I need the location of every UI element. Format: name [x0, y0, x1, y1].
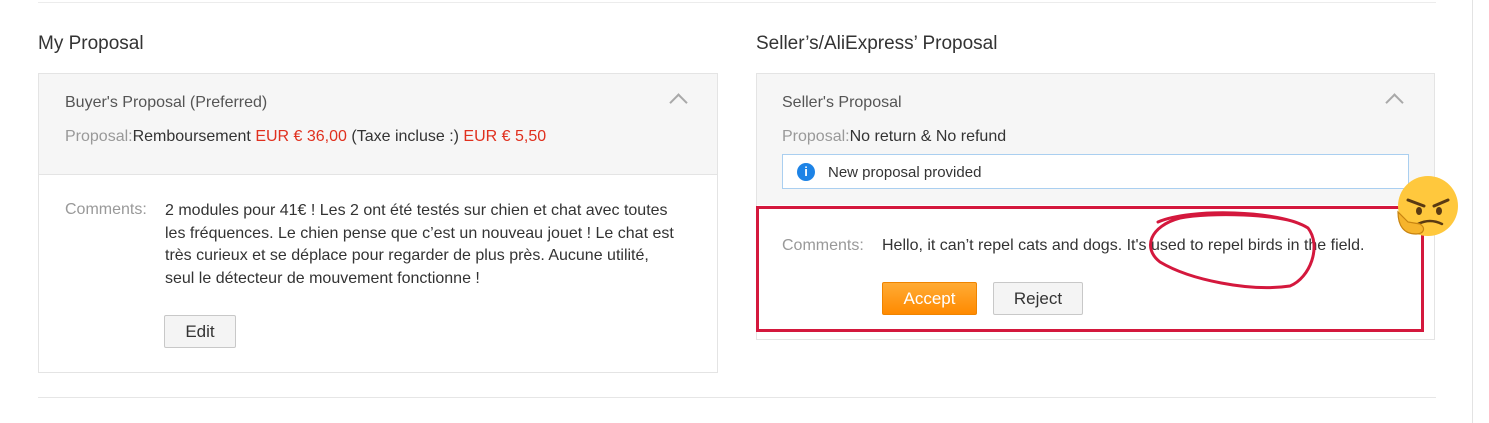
annotation-layer [1149, 176, 1458, 290]
bottom-divider [38, 397, 1436, 398]
scribble-circle [1149, 211, 1316, 290]
thinking-angry-emoji-icon [1397, 176, 1458, 236]
